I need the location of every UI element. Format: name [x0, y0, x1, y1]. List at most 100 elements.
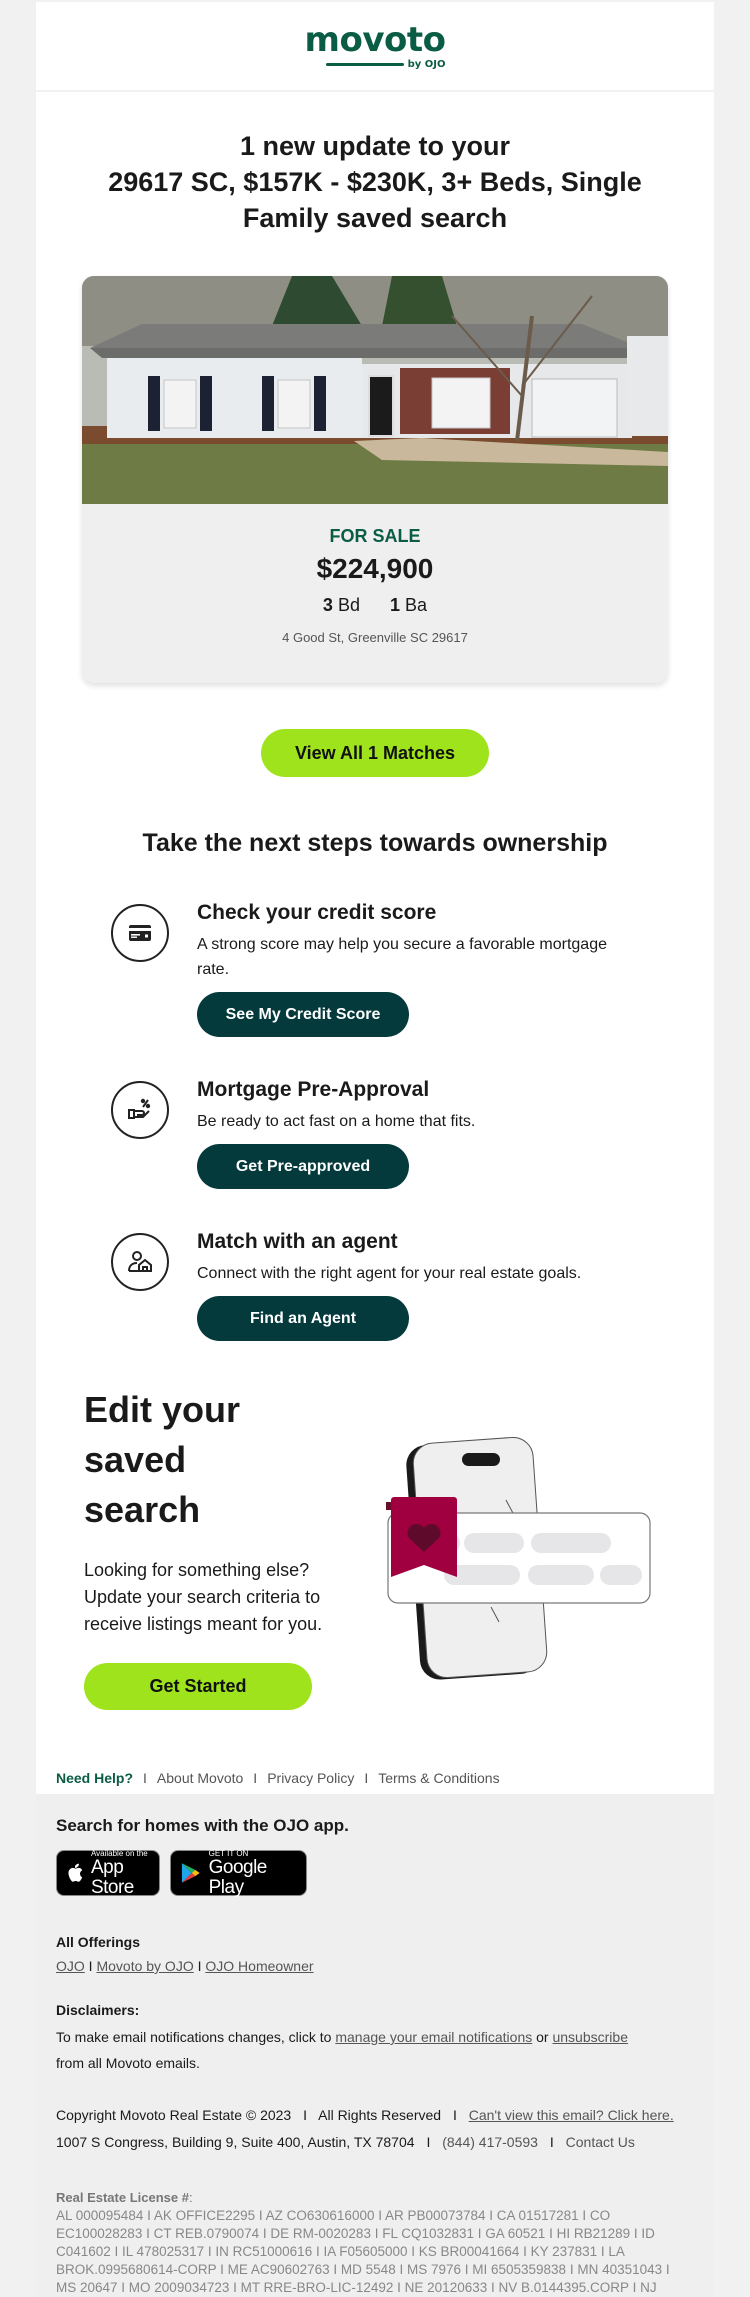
title-line-2: 29617 SC, $157K - $230K, 3+ Beds, Single	[108, 167, 642, 197]
heading-line: search	[84, 1489, 201, 1530]
heading-line: saved	[84, 1439, 187, 1480]
ojo-homeowner-link[interactable]: OJO Homeowner	[205, 1958, 313, 1974]
privacy-policy-link[interactable]: Privacy Policy	[267, 1770, 354, 1786]
contact-us-link[interactable]: Contact Us	[566, 2134, 635, 2150]
separator: I	[143, 1770, 147, 1786]
disclaimer-text: To make email notifications changes, cli…	[56, 2024, 694, 2076]
license-title-text: Real Estate License #	[56, 2190, 189, 2205]
help-links-bar: Need Help? I About Movoto I Privacy Poli…	[36, 1740, 714, 1794]
separator: I	[88, 1958, 93, 1974]
listing-card[interactable]: FOR SALE $224,900 3 Bd 1 Ba 4 Good St, G…	[82, 276, 668, 683]
edit-search-heading: Edit your saved search	[84, 1385, 324, 1535]
logo-wordmark: movoto	[304, 19, 446, 60]
movoto-logo[interactable]: movoto by OJO	[305, 23, 446, 70]
step-content: Match with an agent Connect with the rig…	[197, 1229, 637, 1341]
badge-big-text: Google Play	[208, 1856, 268, 1898]
separator: I	[364, 1770, 369, 1786]
listing-details: FOR SALE $224,900 3 Bd 1 Ba 4 Good St, G…	[82, 504, 668, 683]
credit-card-icon	[111, 904, 169, 962]
title-line-1: 1 new update to your	[239, 131, 511, 161]
edit-text-column: Edit your saved search Looking for somet…	[84, 1385, 324, 1740]
heading-line: Edit your	[84, 1389, 241, 1430]
step-description: A strong score may help you secure a fav…	[197, 936, 607, 978]
separator: I	[197, 1958, 202, 1974]
get-pre-approved-button[interactable]: Get Pre-approved	[197, 1144, 409, 1189]
badge-text: GET IT ON Google Play	[209, 1849, 296, 1898]
hand-percent-icon	[111, 1081, 169, 1139]
rights-text: All Rights Reserved	[318, 2107, 442, 2123]
license-colon: :	[188, 2190, 193, 2205]
logo-underline	[325, 62, 404, 66]
step-credit-score: Check your credit score A strong score m…	[36, 900, 714, 1037]
manage-notifications-link[interactable]: manage your email notifications	[335, 2029, 532, 2045]
logo-by-ojo: by OJO	[407, 58, 446, 70]
copyright-line: Copyright Movoto Real Estate © 2023 I Al…	[56, 2102, 694, 2129]
copyright-block: Copyright Movoto Real Estate © 2023 I Al…	[56, 2102, 694, 2156]
disclaimer-mid: or	[532, 2029, 553, 2045]
offerings-links: OJO I Movoto by OJO I OJO Homeowner	[56, 1958, 694, 1974]
step-description: Connect with the right agent for your re…	[197, 1265, 582, 1282]
next-steps-heading: Take the next steps towards ownership	[142, 829, 608, 857]
listing-status: FOR SALE	[329, 526, 421, 546]
listing-beds-baths: 3 Bd 1 Ba	[82, 595, 668, 616]
separator: I	[303, 2107, 307, 2123]
license-title: Real Estate License #:	[56, 2190, 694, 2205]
apple-icon	[68, 1863, 83, 1882]
logo-subline: by OJO	[325, 58, 446, 70]
ojo-link[interactable]: OJO	[56, 1958, 85, 1974]
address-line: 1007 S Congress, Building 9, Suite 400, …	[56, 2129, 694, 2156]
terms-conditions-link[interactable]: Terms & Conditions	[378, 1770, 499, 1786]
separator: I	[452, 2107, 457, 2123]
view-in-browser-link[interactable]: Can't view this email? Click here.	[469, 2107, 674, 2123]
see-credit-score-button[interactable]: See My Credit Score	[197, 992, 409, 1037]
email-header: movoto by OJO	[36, 2, 714, 92]
step-title: Match with an agent	[197, 1230, 398, 1253]
disclaimers-title: Disclaimers:	[56, 2002, 140, 2018]
get-started-button[interactable]: Get Started	[84, 1663, 312, 1710]
disclaimer-prefix: To make email notifications changes, cli…	[56, 2029, 336, 2045]
house-photo-illustration	[82, 276, 668, 504]
matches-wrapper: View All 1 Matches	[36, 729, 714, 777]
title-line-3: Family saved search	[242, 203, 508, 233]
phone-bookmark-illustration	[386, 1437, 651, 1680]
listing-photo[interactable]	[82, 276, 668, 504]
step-pre-approval: Mortgage Pre-Approval Be ready to act fa…	[36, 1077, 714, 1189]
movoto-by-ojo-link[interactable]: Movoto by OJO	[96, 1958, 193, 1974]
need-help-link[interactable]: Need Help?	[56, 1770, 133, 1786]
app-promo-title: Search for homes with the OJO app.	[56, 1816, 349, 1835]
step-content: Mortgage Pre-Approval Be ready to act fa…	[197, 1077, 637, 1189]
edit-saved-search-section: Edit your saved search Looking for somet…	[36, 1385, 714, 1740]
google-play-badge[interactable]: GET IT ON Google Play	[170, 1849, 307, 1898]
step-title: Check your credit score	[197, 901, 437, 924]
all-offerings-title: All Offerings	[56, 1934, 141, 1950]
view-all-matches-button[interactable]: View All 1 Matches	[261, 729, 489, 777]
baths-label: Ba	[405, 595, 428, 615]
next-steps-list: Check your credit score A strong score m…	[36, 900, 714, 1341]
listing-address: 4 Good St, Greenville SC 29617	[282, 630, 468, 645]
email-footer: Search for homes with the OJO app. Avail…	[36, 1794, 714, 2297]
badge-text: Available on the App Store	[91, 1849, 149, 1898]
unsubscribe-link[interactable]: unsubscribe	[552, 2029, 628, 2045]
copyright-text: Copyright Movoto Real Estate © 2023	[56, 2107, 292, 2123]
separator: I	[253, 1770, 258, 1786]
step-match-agent: Match with an agent Connect with the rig…	[36, 1229, 714, 1341]
google-play-icon	[181, 1863, 200, 1883]
disclaimer-suffix: from all Movoto emails.	[56, 2055, 200, 2071]
find-agent-button[interactable]: Find an Agent	[197, 1296, 409, 1341]
beds-label: Bd	[337, 595, 360, 615]
listing-price: $224,900	[316, 553, 434, 584]
app-store-badge[interactable]: Available on the App Store	[56, 1849, 160, 1898]
step-content: Check your credit score A strong score m…	[197, 900, 637, 1037]
app-badges: Available on the App Store GET IT ON Goo…	[56, 1849, 694, 1898]
baths-count: 1	[390, 595, 401, 615]
phone-link[interactable]: (844) 417-0593	[442, 2134, 538, 2150]
about-movoto-link[interactable]: About Movoto	[157, 1770, 243, 1786]
separator: I	[426, 2134, 431, 2150]
beds-count: 3	[322, 595, 333, 615]
step-title: Mortgage Pre-Approval	[197, 1078, 430, 1101]
edit-search-description: Looking for something else? Update your …	[84, 1560, 323, 1634]
agent-house-icon	[111, 1233, 169, 1291]
email-container: movoto by OJO 1 new update to your 29617…	[36, 2, 714, 2297]
company-address: 1007 S Congress, Building 9, Suite 400, …	[56, 2134, 415, 2150]
step-description: Be ready to act fast on a home that fits…	[197, 1113, 476, 1130]
